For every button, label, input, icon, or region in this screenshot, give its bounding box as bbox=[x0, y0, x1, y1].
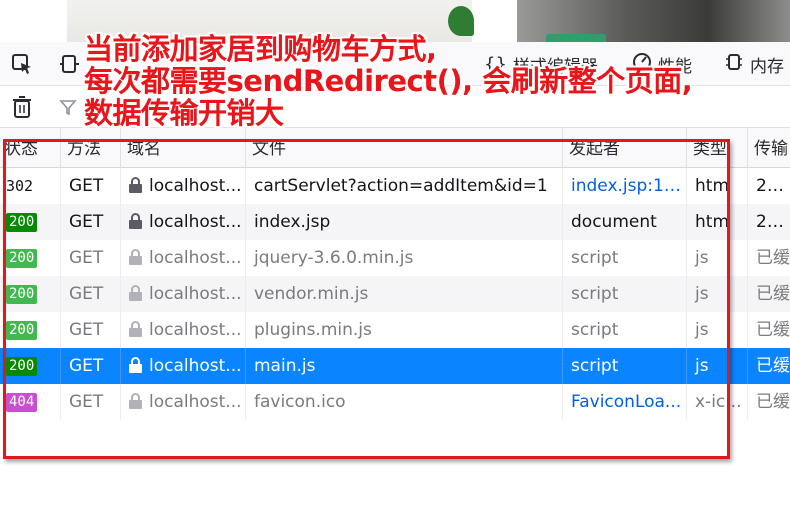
status-badge: 200 bbox=[6, 248, 38, 268]
file-cell: vendor.min.js bbox=[246, 276, 563, 312]
status-badge: 200 bbox=[6, 212, 38, 232]
lock-icon bbox=[129, 393, 142, 409]
plant-image bbox=[448, 6, 474, 36]
lock-icon bbox=[129, 357, 142, 373]
annotation-line-1: 当前添加家居到购物车方式, bbox=[84, 32, 437, 66]
domain-cell: localhost... bbox=[149, 392, 242, 412]
column-header-type[interactable]: 类型 bbox=[687, 128, 748, 168]
column-header-initiator[interactable]: 发起者 bbox=[563, 128, 687, 168]
lock-icon bbox=[129, 321, 142, 337]
trash-icon[interactable] bbox=[10, 95, 34, 119]
type-cell: x-ic... bbox=[687, 384, 748, 420]
type-cell: js bbox=[687, 348, 748, 384]
column-header-domain[interactable]: 域名 bbox=[121, 128, 246, 168]
transfer-cell: 已缓 bbox=[756, 248, 790, 268]
method-cell: GET bbox=[61, 384, 121, 420]
lock-icon bbox=[129, 285, 142, 301]
element-picker-icon[interactable] bbox=[10, 52, 34, 76]
method-cell: GET bbox=[61, 240, 121, 276]
table-row[interactable]: 200 GET localhost... jquery-3.6.0.min.js… bbox=[0, 240, 790, 276]
initiator-link[interactable]: index.jsp:19... bbox=[563, 168, 687, 204]
status-badge: 404 bbox=[6, 392, 38, 412]
type-cell: js bbox=[687, 276, 748, 312]
initiator-cell: document bbox=[563, 204, 687, 240]
type-cell: htm bbox=[687, 168, 748, 204]
initiator-cell: script bbox=[563, 240, 687, 276]
annotation-text: 当前添加家居到购物车方式, 每次都需要sendRedirect(), 会刷新整个… bbox=[84, 33, 724, 129]
table-row[interactable]: 404 GET localhost... favicon.ico Favicon… bbox=[0, 384, 790, 420]
domain-cell: localhost... bbox=[149, 284, 242, 304]
table-row[interactable]: 200 GET localhost... index.jsp document … bbox=[0, 204, 790, 240]
lock-icon bbox=[129, 249, 142, 265]
annotation-line-2-prefix: 每次都需要 bbox=[84, 64, 227, 98]
annotation-line-3: 数据传输开销大 bbox=[84, 96, 284, 130]
type-cell: js bbox=[687, 312, 748, 348]
column-header-method[interactable]: 方法 bbox=[61, 128, 121, 168]
file-cell: index.jsp bbox=[246, 204, 563, 240]
type-cell: htm bbox=[687, 204, 748, 240]
tab-memory[interactable]: 内存 bbox=[724, 52, 784, 77]
initiator-cell: script bbox=[563, 276, 687, 312]
table-row[interactable]: 200 GET localhost... plugins.min.js scri… bbox=[0, 312, 790, 348]
transfer-cell: 已缓 bbox=[756, 320, 790, 340]
type-cell: js bbox=[687, 240, 748, 276]
transfer-cell: 28.3 bbox=[756, 176, 790, 196]
file-cell: jquery-3.6.0.min.js bbox=[246, 240, 563, 276]
table-header: 状态 方法 域名 文件 发起者 类型 传输 bbox=[0, 128, 790, 168]
lock-icon bbox=[129, 177, 142, 193]
column-header-status[interactable]: 状态 bbox=[0, 128, 61, 168]
method-cell: GET bbox=[61, 168, 121, 204]
column-header-transferred[interactable]: 传输 bbox=[748, 128, 790, 168]
annotation-line-2-suffix: , 会刷新整个页面, bbox=[462, 64, 693, 98]
file-cell: plugins.min.js bbox=[246, 312, 563, 348]
domain-cell: localhost... bbox=[149, 356, 242, 376]
status-badge: 200 bbox=[6, 320, 38, 340]
table-row-selected[interactable]: 200 GET localhost... main.js script js 已… bbox=[0, 348, 790, 384]
tab-memory-label: 内存 bbox=[750, 56, 784, 77]
table-row[interactable]: 200 GET localhost... vendor.min.js scrip… bbox=[0, 276, 790, 312]
filter-icon[interactable] bbox=[56, 95, 80, 119]
status-badge: 200 bbox=[6, 284, 38, 304]
domain-cell: localhost... bbox=[149, 248, 242, 268]
column-header-file[interactable]: 文件 bbox=[246, 128, 563, 168]
method-cell: GET bbox=[61, 204, 121, 240]
lock-icon bbox=[129, 213, 142, 229]
responsive-design-icon[interactable] bbox=[58, 52, 82, 76]
method-cell: GET bbox=[61, 276, 121, 312]
status-code: 302 bbox=[6, 177, 34, 195]
file-cell: cartServlet?action=addItem&id=1 bbox=[246, 168, 563, 204]
transfer-cell: 28.3 bbox=[756, 212, 790, 232]
method-cell: GET bbox=[61, 348, 121, 384]
transfer-cell: 已缓 bbox=[756, 284, 790, 304]
annotation-line-2: 每次都需要sendRedirect(), 会刷新整个页面, bbox=[84, 65, 724, 97]
domain-cell: localhost... bbox=[149, 212, 242, 232]
transfer-cell: 已缓 bbox=[756, 392, 790, 412]
domain-cell: localhost... bbox=[149, 320, 242, 340]
file-cell: favicon.ico bbox=[246, 384, 563, 420]
chip-icon bbox=[724, 52, 744, 77]
initiator-cell: script bbox=[563, 348, 687, 384]
initiator-cell: script bbox=[563, 312, 687, 348]
initiator-link[interactable]: FaviconLoa... bbox=[563, 384, 687, 420]
annotation-code: sendRedirect() bbox=[226, 64, 463, 98]
method-cell: GET bbox=[61, 312, 121, 348]
transfer-cell: 已缓 bbox=[756, 356, 790, 376]
table-row[interactable]: 302 GET localhost... cartServlet?action=… bbox=[0, 168, 790, 204]
status-badge: 200 bbox=[6, 356, 38, 376]
domain-cell: localhost... bbox=[149, 176, 242, 196]
file-cell: main.js bbox=[246, 348, 563, 384]
